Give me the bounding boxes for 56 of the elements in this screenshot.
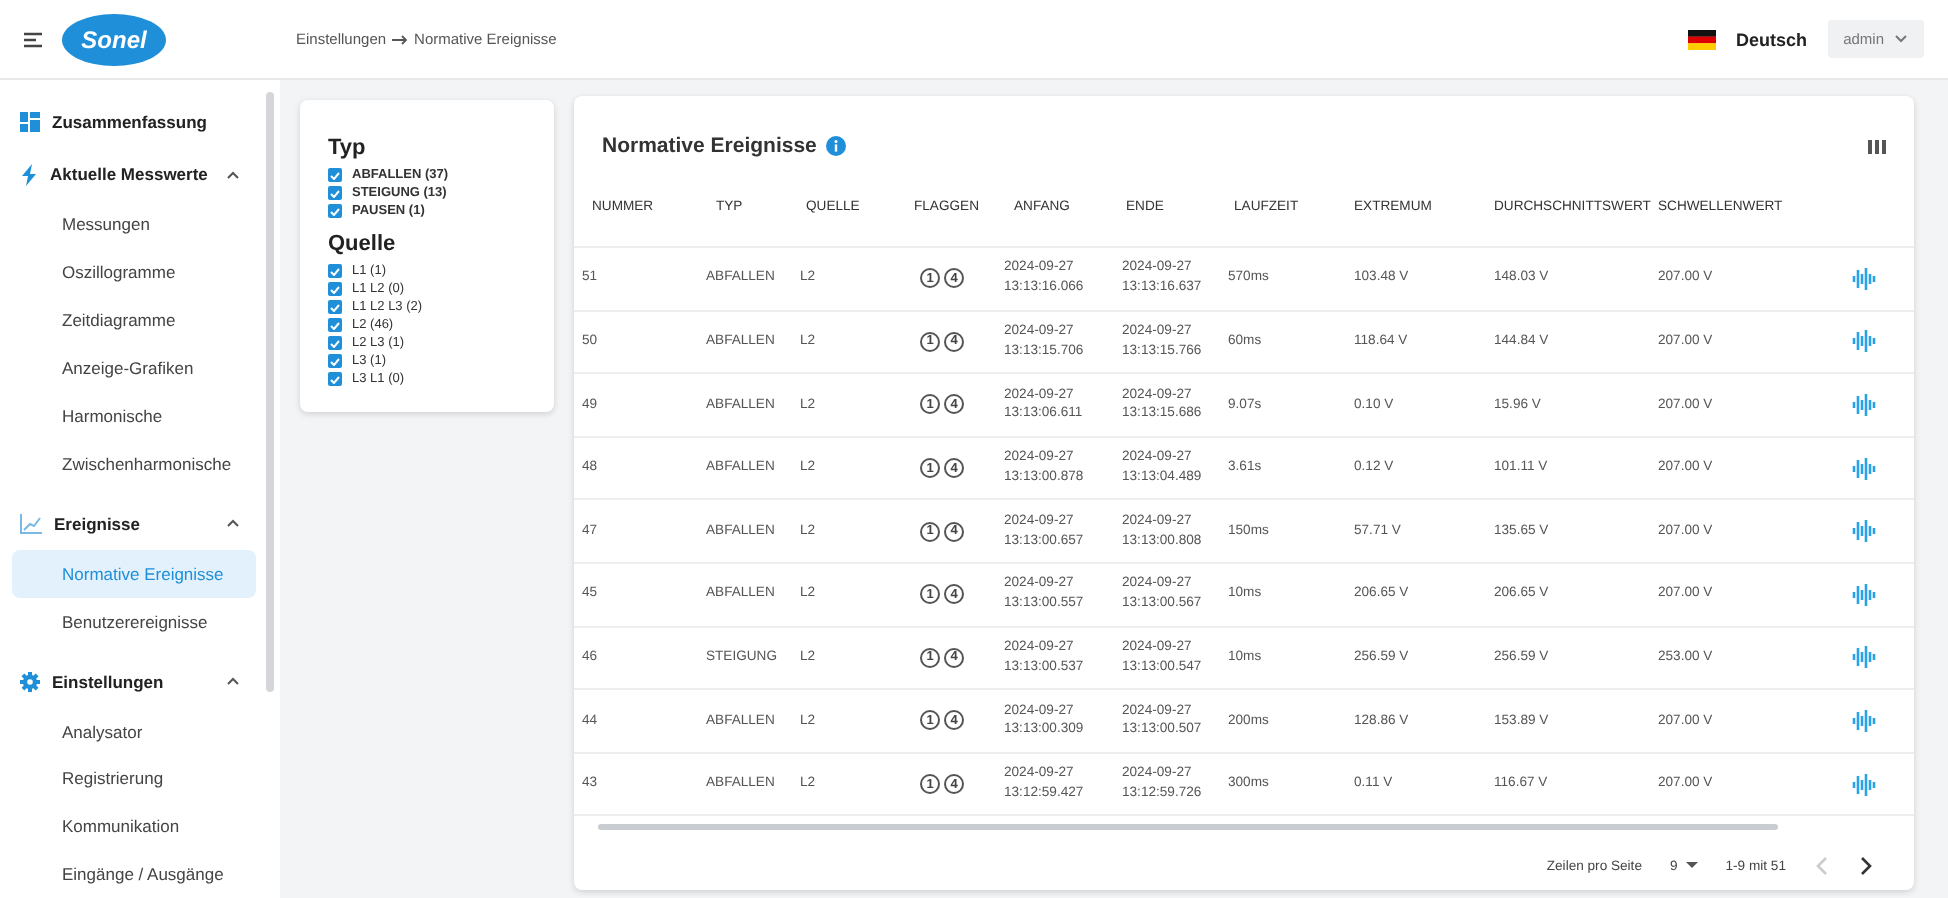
sidebar-item[interactable]: Zusammenfassung: [52, 112, 207, 133]
waveform-icon[interactable]: [1852, 583, 1876, 606]
checkbox[interactable]: [328, 336, 342, 350]
sidebar-item[interactable]: Benutzerereignisse: [12, 597, 256, 645]
lightning-icon: [20, 163, 38, 186]
next-page-button[interactable]: [1858, 856, 1874, 877]
checkbox[interactable]: [328, 168, 342, 182]
waveform-icon[interactable]: [1852, 646, 1876, 669]
chevron-up-icon[interactable]: [226, 518, 240, 529]
sidebar-item[interactable]: Oszillogramme: [12, 248, 256, 297]
checkbox[interactable]: [328, 300, 342, 314]
sidebar-group[interactable]: Einstellungen: [52, 671, 164, 692]
menu-icon[interactable]: [24, 31, 42, 47]
waveform-icon[interactable]: [1852, 773, 1876, 796]
sidebar-item[interactable]: Zeitdiagramme: [12, 296, 256, 345]
chevron-up-icon[interactable]: [226, 676, 240, 687]
sidebar-group[interactable]: Ereignisse: [54, 513, 140, 534]
horizontal-scrollbar[interactable]: [598, 824, 1778, 831]
waveform-icon[interactable]: [1852, 330, 1876, 353]
sidebar-item[interactable]: Messungen: [12, 201, 256, 249]
waveform-icon[interactable]: [1852, 457, 1876, 480]
checkbox[interactable]: [328, 372, 342, 386]
waveform-icon[interactable]: [1852, 709, 1876, 732]
sidebar-item[interactable]: Registrierung: [12, 755, 256, 803]
sidebar-item[interactable]: Kommunikation: [12, 802, 256, 851]
chevron-down-icon: [1894, 34, 1908, 44]
filter-title: Typ: [328, 136, 368, 160]
filter-title: Quelle: [328, 232, 398, 256]
columns-icon[interactable]: [1868, 139, 1886, 153]
checkbox[interactable]: [328, 354, 342, 368]
waveform-icon[interactable]: [1852, 267, 1876, 290]
sidebar-item[interactable]: Analysator: [12, 707, 256, 756]
waveform-icon[interactable]: [1852, 393, 1876, 416]
gear-icon: [20, 671, 40, 692]
dashboard-icon: [20, 112, 40, 133]
sidebar-item[interactable]: Harmonische: [12, 391, 256, 440]
checkbox[interactable]: [328, 264, 342, 278]
language-selector[interactable]: Deutsch: [1736, 29, 1808, 49]
logo: Sonel: [62, 13, 166, 65]
checkbox[interactable]: [328, 204, 342, 218]
checkbox[interactable]: [328, 318, 342, 332]
scrollbar[interactable]: [266, 92, 274, 692]
chevron-up-icon[interactable]: [226, 169, 240, 180]
sidebar-item[interactable]: Eingänge / Ausgänge: [12, 850, 256, 898]
sidebar-item[interactable]: Anzeige-Grafiken: [12, 344, 256, 392]
checkbox[interactable]: [328, 282, 342, 296]
info-icon[interactable]: [826, 136, 847, 156]
sidebar-group[interactable]: Aktuelle Messwerte: [50, 164, 208, 185]
sidebar-item[interactable]: Zwischenharmonische: [12, 439, 256, 487]
line-chart-icon: [20, 513, 42, 534]
caret-icon: [1685, 862, 1698, 871]
checkbox[interactable]: [328, 186, 342, 200]
flag-icon: [1688, 29, 1717, 49]
table-title: Normative Ereignisse: [602, 134, 817, 158]
waveform-icon[interactable]: [1852, 520, 1876, 543]
arrow-icon: [392, 33, 409, 45]
